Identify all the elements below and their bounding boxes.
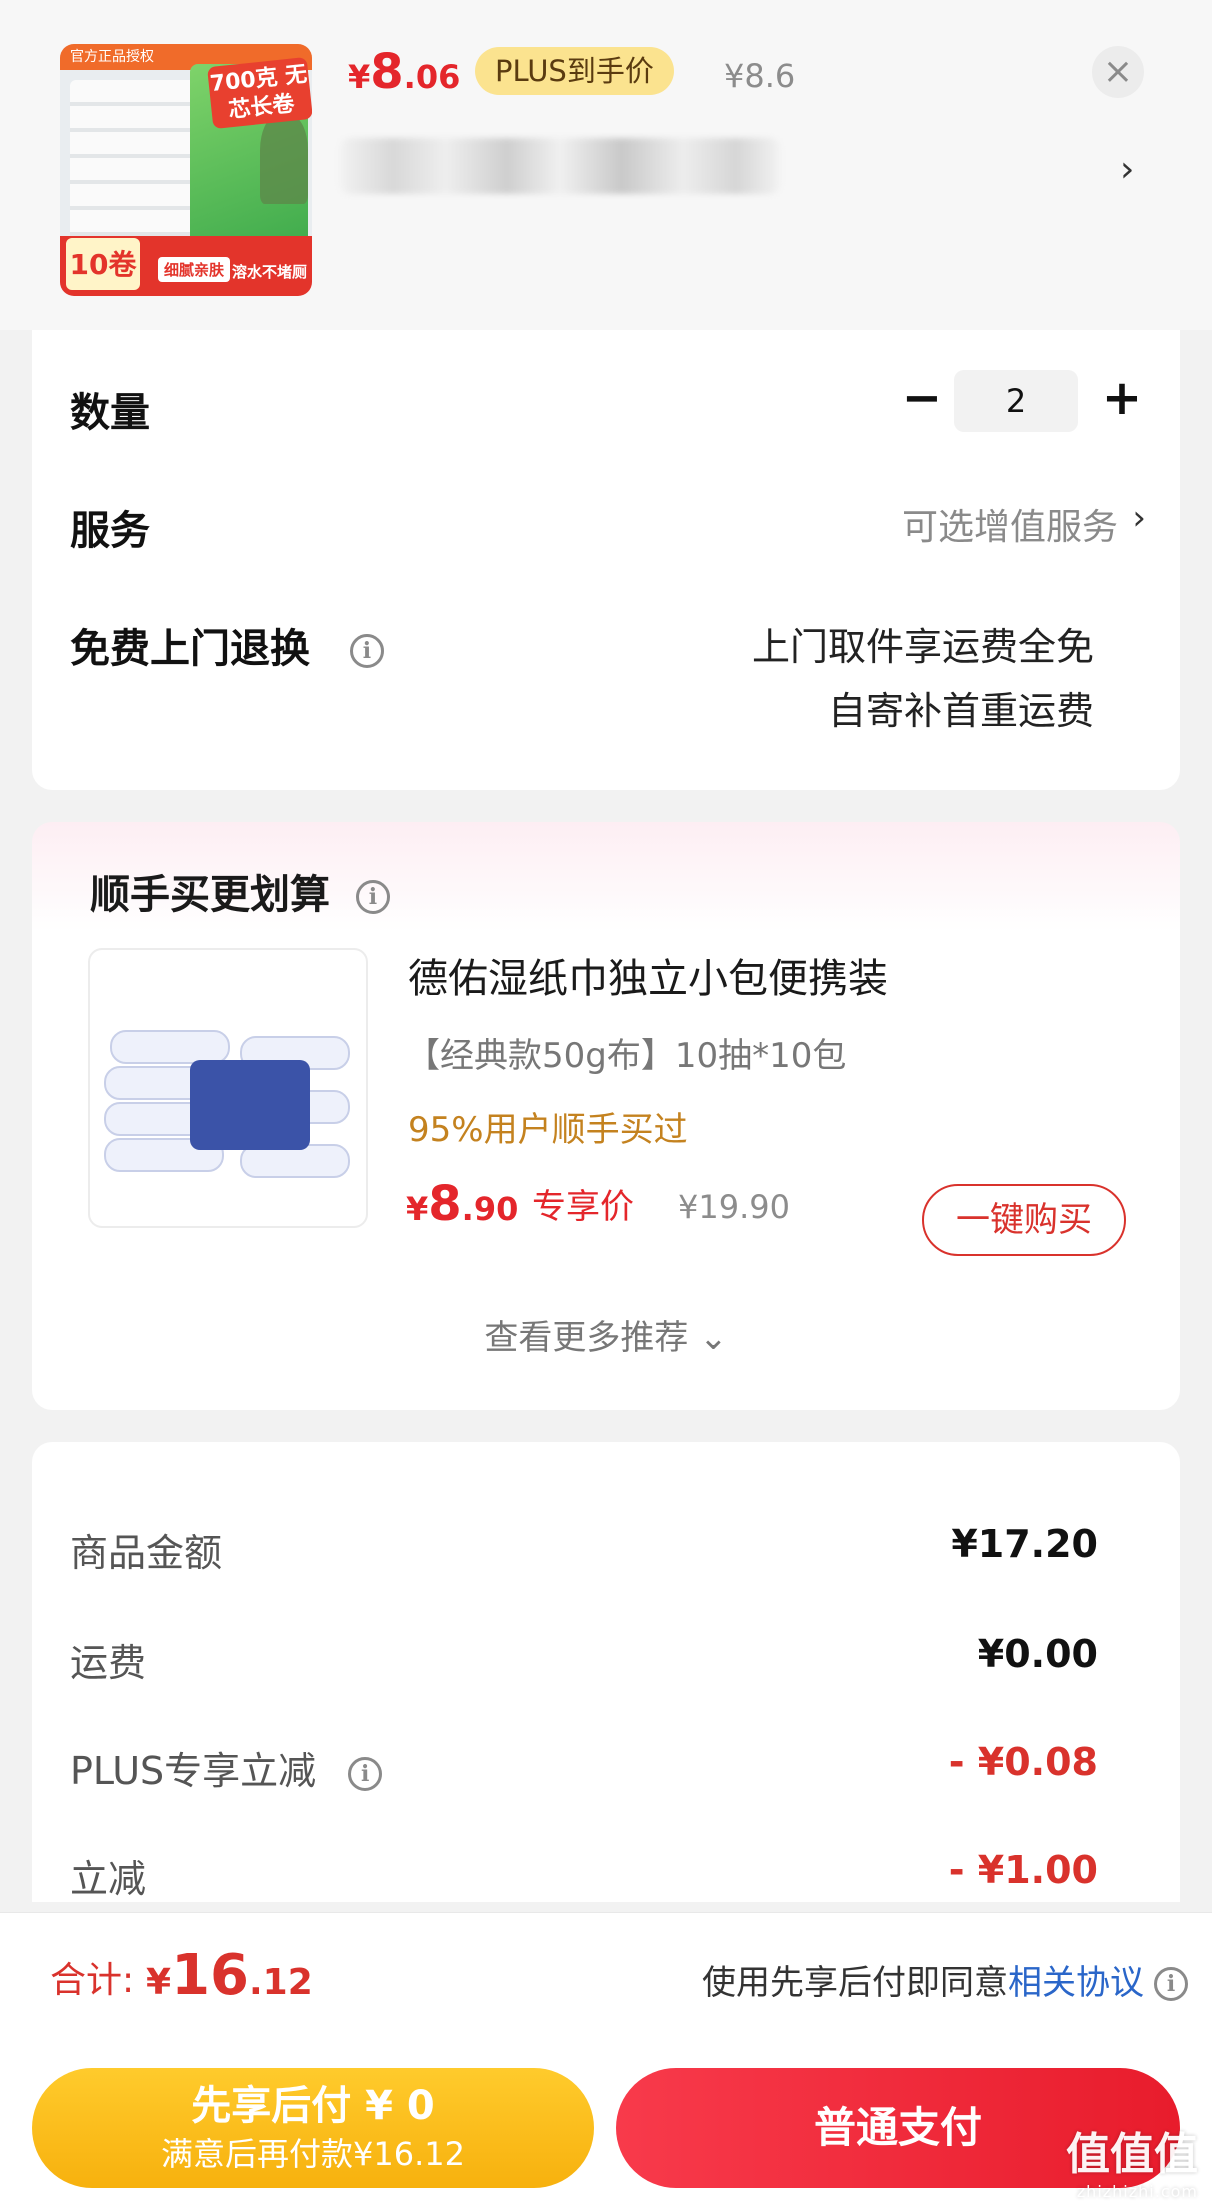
quantity-plus-button[interactable]: + [1094,372,1150,428]
recommend-title-text: 顺手买更划算 [90,872,330,918]
return-label: 免费上门退换 i [70,616,384,674]
product-price: ¥8.06 [348,44,460,105]
watermark: 值值值 zhizhizhi.com [1066,2118,1198,2201]
info-icon[interactable]: i [348,1756,383,1791]
summary-label: 立减 [70,1857,147,1901]
total-decimal: .12 [249,1962,313,2003]
chevron-right-icon[interactable]: › [1132,498,1146,538]
bnpl-subtitle: 满意后再付款¥16.12 [161,2135,465,2173]
toilet-rolls-image [70,80,200,250]
return-line-2: 自寄补首重运费 [827,689,1094,733]
social-proof-text: 95%用户顺手买过 [408,1110,688,1150]
bnpl-title: 先享后付 ¥ 0 [191,2083,435,2129]
product-spec-blurred[interactable] [340,138,780,194]
recommend-thumbnail[interactable] [88,948,368,1228]
summary-label: 商品金额 [70,1531,223,1575]
total-bar: 合计: ¥16.12 使用先享后付即同意相关协议 i [0,1912,1212,2048]
view-more-recommend-link[interactable]: 查看更多推荐 ⌄ [32,1310,1180,1359]
watermark-url: zhizhizhi.com [1076,2182,1198,2201]
thumb-tag-soft: 细腻亲肤 [158,257,231,282]
quantity-minus-button[interactable]: − [894,372,950,428]
price-integer: 8 [428,1176,462,1232]
wipe-logo-image [190,1060,310,1150]
summary-value: - ¥1.00 [948,1848,1098,1892]
total-amount: ¥16.12 [146,1945,313,2014]
info-icon[interactable]: i [1154,1967,1188,2001]
agreement-link[interactable]: 相关协议 [1008,1963,1144,2003]
total-label: 合计: [50,1960,135,2001]
wipe-pack-image [110,1030,230,1064]
exclusive-price-label: 专享价 [532,1187,634,1227]
summary-label: PLUS专享立减 i [70,1740,383,1795]
return-label-text: 免费上门退换 [70,626,310,672]
recommend-item-name[interactable]: 德佑湿纸巾独立小包便携装 [408,946,888,1004]
service-label: 服务 [70,508,150,554]
buy-now-pay-later-button[interactable]: 先享后付 ¥ 0 满意后再付款¥16.12 [32,2068,594,2188]
chevron-right-icon[interactable]: › [1120,150,1134,190]
summary-value: ¥17.20 [951,1522,1098,1566]
summary-value: - ¥0.08 [948,1740,1098,1784]
rolls-count-badge: 10卷 [66,238,140,290]
original-price: ¥8.6 [724,57,796,95]
price-symbol: ¥ [406,1190,429,1228]
recommend-card: 顺手买更划算 i 德佑湿纸巾独立小包便携装 【经典款50g布】10抽*10包 9… [32,822,1180,1410]
price-integer: 8 [370,44,404,100]
agreement-prefix: 使用先享后付即同意 [702,1963,1008,2003]
recommend-price: ¥8.90 [406,1178,518,1235]
quantity-input[interactable]: 2 [954,370,1078,432]
summary-label: 运费 [70,1641,147,1685]
product-thumbnail[interactable]: 官方正品授权 700克 无芯长卷 10卷 细腻亲肤 溶水不堵厕 [60,44,312,296]
one-click-buy-button[interactable]: 一键购买 [922,1184,1126,1256]
recommend-title: 顺手买更划算 i [90,862,390,920]
recommend-original-price: ¥19.90 [678,1188,790,1226]
watermark-text: 值值值 [1066,2129,1198,2180]
thumb-tag-dissolve: 溶水不堵厕 [232,263,308,281]
total-integer: 16 [171,1943,249,2008]
summary-value: ¥0.00 [977,1632,1098,1676]
price-symbol: ¥ [348,58,371,96]
info-icon[interactable]: i [355,880,390,914]
return-line-1: 上门取件享运费全免 [751,625,1094,669]
recommend-item-spec: 【经典款50g布】10抽*10包 [406,1036,847,1076]
close-icon[interactable]: × [1092,46,1144,98]
total-symbol: ¥ [146,1962,172,2003]
payment-buttons: 先享后付 ¥ 0 满意后再付款¥16.12 普通支付 值值值 zhizhizhi… [0,2048,1212,2205]
price-summary-card: 商品金额 ¥17.20 运费 ¥0.00 PLUS专享立减 i - ¥0.08 … [32,1442,1180,1902]
price-decimal: .90 [461,1190,519,1228]
info-icon[interactable]: i [349,634,384,668]
plus-price-tag: PLUS到手价 [475,47,674,95]
service-hint[interactable]: 可选增值服务 [902,498,1118,550]
plant-image [260,114,308,204]
quantity-label: 数量 [70,390,150,436]
price-decimal: .06 [403,58,461,96]
options-card: 数量 − 2 + 服务 可选增值服务 › 免费上门退换 i 上门取件享运费全免 … [32,330,1180,790]
summary-label-text: PLUS专享立减 [70,1749,317,1793]
product-header: 官方正品授权 700克 无芯长卷 10卷 细腻亲肤 溶水不堵厕 ¥8.06 PL… [0,0,1212,330]
weight-badge: 700克 无芯长卷 [207,56,312,130]
agreement-text: 使用先享后付即同意相关协议 [702,1961,1144,2005]
